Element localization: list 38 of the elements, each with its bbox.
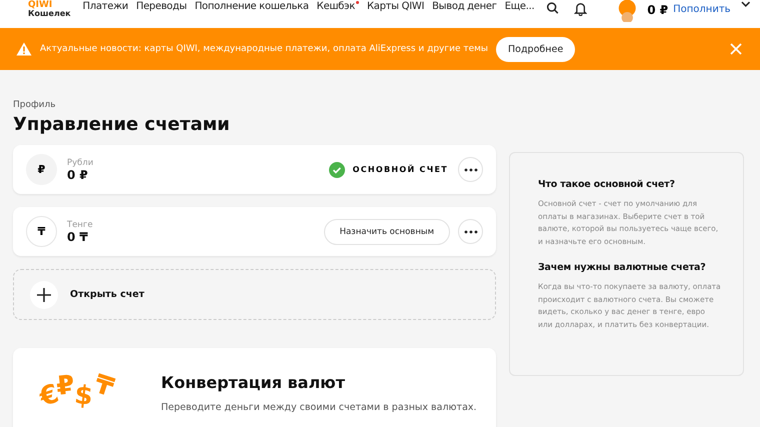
breadcrumb[interactable]: Профиль: [13, 100, 496, 110]
notification-dot: [356, 1, 359, 4]
bell-icon[interactable]: [574, 1, 587, 16]
currency-symbols-drawing: € ₽ $ ₸: [39, 373, 118, 407]
nav-link[interactable]: Платежи: [82, 0, 128, 14]
ellipsis-icon: [464, 230, 478, 234]
more-options-button[interactable]: [458, 219, 483, 244]
logo-subtitle: Кошелек: [28, 10, 72, 18]
balance-amount: 0 ₽: [647, 3, 668, 17]
account-balance: 0 ₸: [67, 230, 89, 244]
more-button[interactable]: Подробнее: [496, 36, 576, 62]
ellipsis-icon: [464, 168, 478, 172]
account-name: Тенге: [67, 220, 93, 230]
info-heading: Зачем нужны валютные счета?: [538, 262, 707, 273]
nav-link[interactable]: Еще...: [504, 0, 534, 14]
nav-link[interactable]: Кешбэк: [316, 0, 359, 14]
account-name: Рубли: [67, 158, 94, 168]
nav-link[interactable]: Вывод денег: [432, 0, 497, 14]
nav-link[interactable]: Пополнение кошелька: [194, 0, 309, 14]
conversion-title: Конвертация валют: [161, 373, 346, 392]
account-balance: 0 ₽: [67, 168, 89, 182]
conversion-description: Переводите деньги между своими счетами в разных валютах.: [161, 402, 477, 413]
currency-icon: ₸: [26, 216, 57, 247]
search-icon[interactable]: [546, 1, 560, 15]
currency-icon: ₽: [26, 154, 57, 185]
top-up-link[interactable]: Пополнить: [673, 4, 731, 15]
info-heading: Что такое основной счет?: [538, 179, 676, 190]
nav-link[interactable]: Карты QIWI: [366, 0, 424, 14]
nav-link[interactable]: Переводы: [136, 0, 187, 14]
chevron-down-icon[interactable]: [740, 1, 750, 8]
more-options-button[interactable]: [458, 157, 483, 182]
set-primary-button[interactable]: Назначить основным: [324, 218, 450, 244]
primary-account-label: ОСНОВНОЙ СЧЕТ: [352, 165, 448, 174]
warning-icon: [16, 42, 32, 56]
banner-text: Актуальные новости: карты QIWI, международные платежи, оплата AliExpress и другие темы: [40, 44, 488, 54]
open-account-button[interactable]: Открыть счет: [13, 269, 496, 320]
page-title: Управление счетами: [13, 114, 231, 135]
plus-icon: [30, 280, 58, 308]
